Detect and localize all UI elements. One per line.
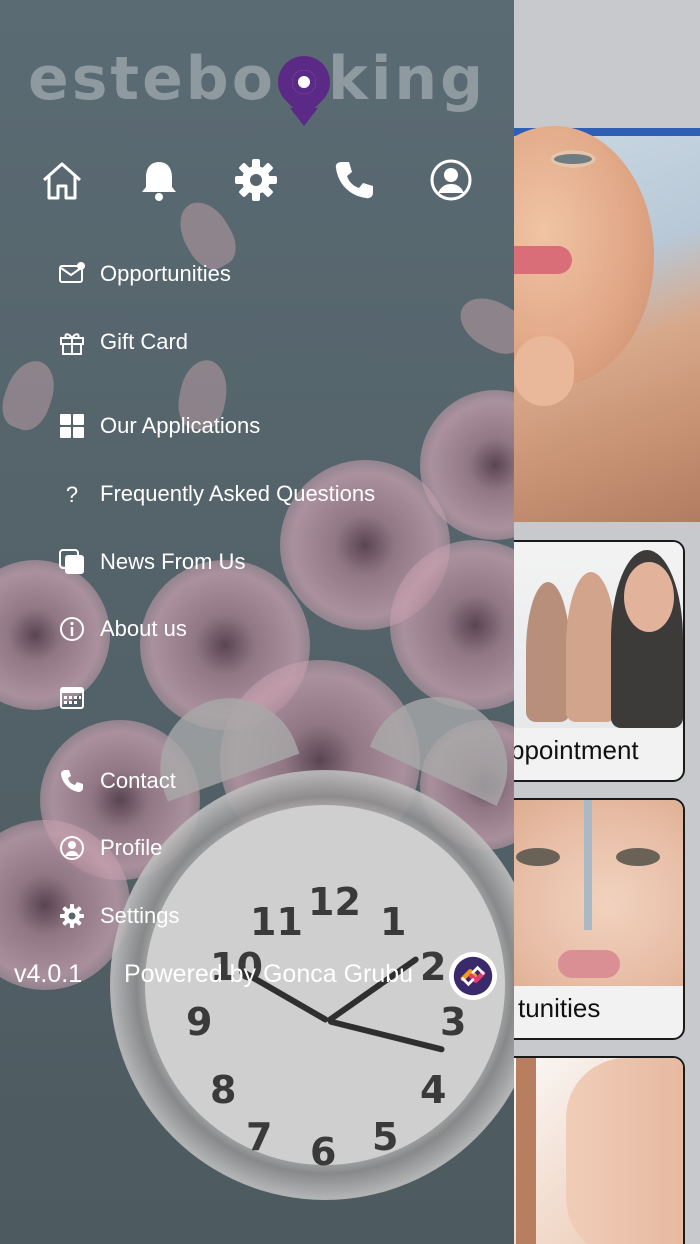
petal-decoration	[451, 287, 514, 363]
eye-shape	[550, 150, 596, 168]
gear-icon	[56, 900, 88, 932]
phone-icon	[56, 765, 88, 797]
user-circle-icon[interactable]	[423, 150, 479, 210]
bell-icon[interactable]	[131, 150, 187, 210]
gift-icon	[56, 326, 88, 358]
menu-item-calendar[interactable]	[56, 677, 100, 717]
menu-label: Settings	[100, 903, 180, 928]
menu-label: Gift Card	[100, 329, 189, 354]
card-label: tunities	[518, 993, 601, 1023]
call-center-image	[514, 542, 683, 728]
calendar-icon	[56, 681, 88, 713]
petal-decoration	[0, 354, 63, 436]
question-icon: ?	[56, 478, 88, 510]
face-treatment-image	[514, 800, 683, 986]
menu-item-our-applications[interactable]: Our Applications	[56, 406, 260, 446]
grid-icon	[56, 410, 88, 442]
menu-item-about-us[interactable]: About us	[56, 609, 187, 649]
background-app: ppointment tunities	[514, 0, 700, 1244]
card-label: ppointment	[514, 735, 639, 765]
menu-label: Frequently Asked Questions	[100, 481, 376, 506]
drawer-footer: v4.0.1 Powered by Gonca Grubu	[0, 952, 514, 1002]
menu-label: Opportunities	[100, 261, 231, 286]
lips-shape	[514, 246, 572, 274]
menu-label: News From Us	[100, 549, 246, 574]
hand-shape	[514, 336, 574, 406]
logo-wordmark: estebo king	[28, 44, 487, 114]
menu-label: Profile	[100, 835, 163, 860]
menu-item-contact[interactable]: Contact	[56, 761, 176, 801]
esteboking-logo: estebo king	[28, 44, 488, 134]
quick-actions-bar	[0, 150, 514, 214]
menu-item-news-from-us[interactable]: News From Us	[56, 542, 245, 582]
info-icon	[56, 613, 88, 645]
profile-face-image	[514, 1058, 683, 1244]
pages-icon	[56, 546, 88, 578]
menu-label: Our Applications	[100, 413, 261, 438]
mail-notification-icon	[56, 258, 88, 290]
opportunities-card[interactable]: tunities	[514, 798, 685, 1040]
home-icon[interactable]	[34, 150, 90, 210]
svg-text:?: ?	[66, 482, 78, 507]
treatment-card[interactable]	[514, 1056, 685, 1244]
menu-item-faq[interactable]: ? Frequently Asked Questions	[56, 474, 375, 514]
menu-item-opportunities[interactable]: Opportunities	[56, 254, 231, 294]
appointment-card[interactable]: ppointment	[514, 540, 685, 782]
menu-item-gift-card[interactable]: Gift Card	[56, 322, 188, 362]
menu-label: About us	[100, 616, 187, 641]
hero-image	[514, 126, 700, 522]
menu-item-profile[interactable]: Profile	[56, 828, 162, 868]
gonca-grubu-logo-icon[interactable]	[449, 952, 497, 1000]
user-circle-icon	[56, 832, 88, 864]
app-version: v4.0.1	[14, 960, 83, 988]
gear-icon[interactable]	[228, 150, 284, 210]
menu-label: Contact	[100, 768, 176, 793]
phone-icon[interactable]	[326, 150, 382, 210]
menu-item-settings[interactable]: Settings	[56, 896, 180, 936]
powered-by-text: Powered by Gonca Grubu	[124, 960, 414, 988]
navigation-drawer: 12 11 10 9 8 7 6 5 4 3 2 1 estebo king O…	[0, 0, 514, 1244]
